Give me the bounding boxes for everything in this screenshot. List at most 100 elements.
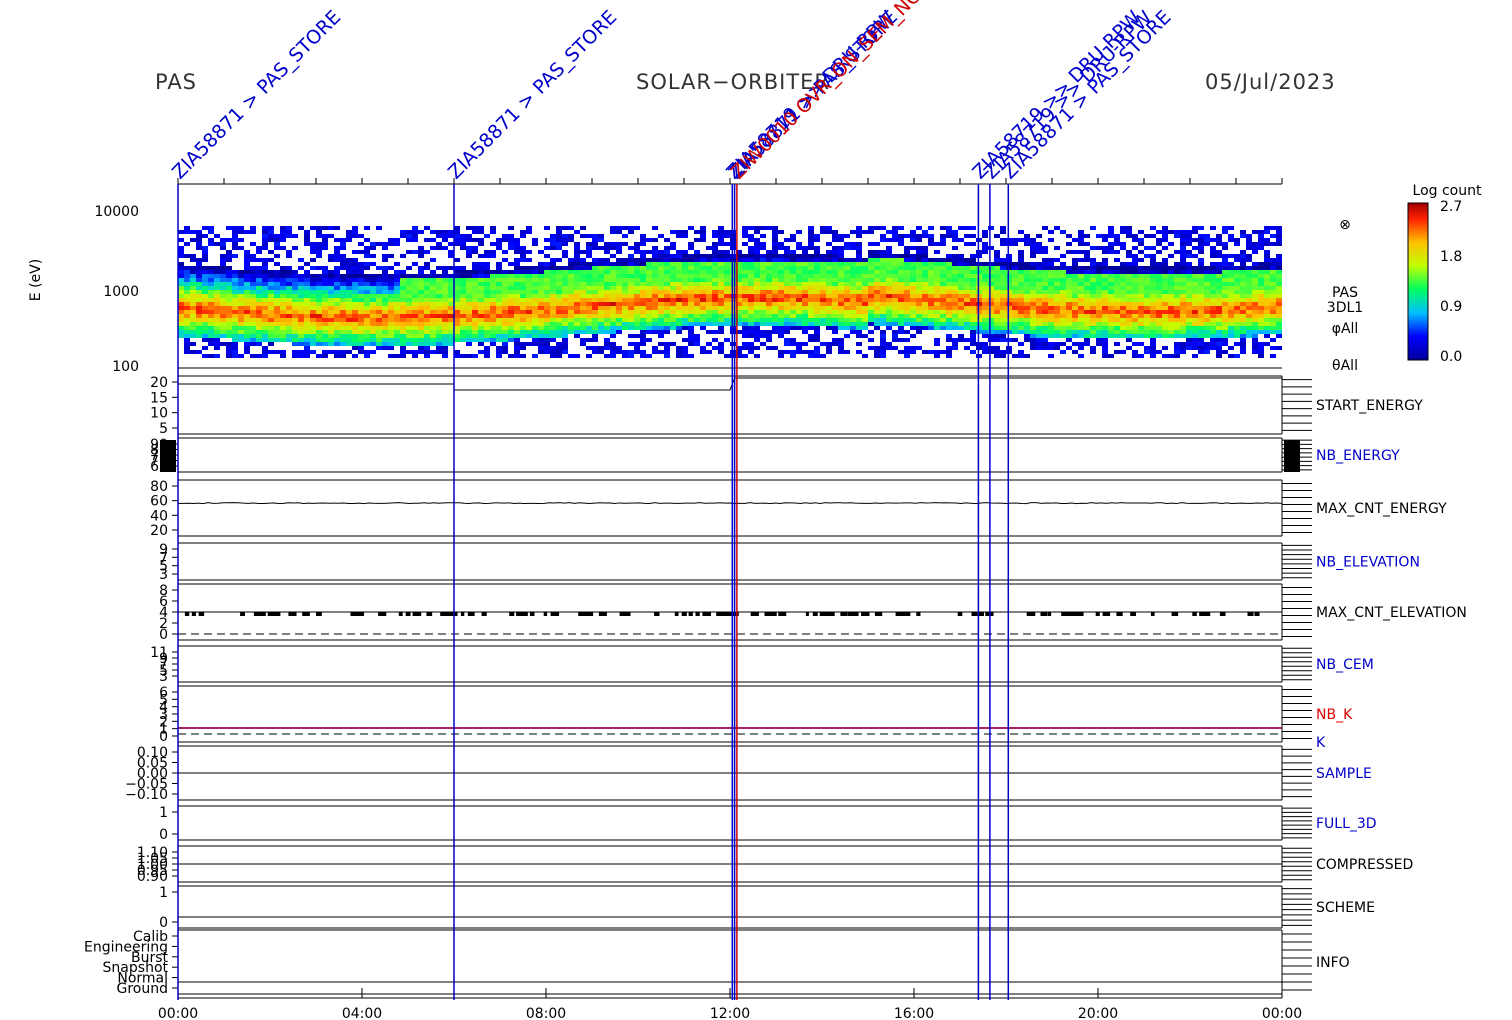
spectrogram-cell: [502, 286, 508, 290]
spectrogram-cell: [754, 226, 760, 230]
spectrogram-cell: [838, 310, 844, 314]
spectrogram-cell: [514, 238, 520, 242]
spectrogram-cell: [868, 310, 874, 314]
spectrogram-cell: [424, 342, 430, 346]
spectrogram-cell: [1186, 314, 1192, 318]
panel-nb-k: 6543210NB_K: [159, 685, 1353, 745]
spectrogram-cell: [424, 294, 430, 298]
spectrogram-cell: [934, 266, 940, 270]
spectrogram-cell: [820, 294, 826, 298]
spectrogram-cell: [838, 326, 844, 330]
spectrogram-cell: [718, 350, 724, 354]
spectrogram-cell: [772, 246, 778, 250]
spectrogram-cell: [358, 290, 364, 294]
spectrogram-cell: [724, 338, 730, 342]
spectrogram-cell: [904, 262, 910, 266]
spectrogram-cell: [694, 290, 700, 294]
spectrogram-cell: [262, 274, 268, 278]
spectrogram-cell: [1000, 326, 1006, 330]
spectrogram-cell: [208, 238, 214, 242]
spectrogram-cell: [1030, 270, 1036, 274]
spectrogram-cell: [790, 354, 796, 358]
spectrogram-cell: [328, 350, 334, 354]
spectrogram-cell: [856, 302, 862, 306]
spectrogram-cell: [232, 302, 238, 306]
spectrogram-cell: [472, 306, 478, 310]
spectrogram-cell: [262, 266, 268, 270]
spectrogram-cell: [1000, 338, 1006, 342]
spectrogram-cell: [892, 258, 898, 262]
spectrogram-cell: [664, 290, 670, 294]
spectrogram-cell: [724, 234, 730, 238]
spectrogram-cell: [430, 342, 436, 346]
spectrogram-cell: [700, 306, 706, 310]
spectrogram-cell: [550, 298, 556, 302]
spectrogram-cell: [286, 266, 292, 270]
spectrogram-cell: [412, 318, 418, 322]
spectrogram-cell: [232, 354, 238, 358]
spectrogram-cell: [526, 274, 532, 278]
spectrogram-cell: [994, 254, 1000, 258]
spectrogram-cell: [226, 318, 232, 322]
spectrogram-cell: [1162, 354, 1168, 358]
spectrogram-cell: [502, 322, 508, 326]
spectrogram-cell: [280, 274, 286, 278]
spectrogram-cell: [934, 242, 940, 246]
spectrogram-cell: [526, 310, 532, 314]
spectrogram-cell: [1084, 266, 1090, 270]
spectrogram-cell: [760, 226, 766, 230]
spectrogram-cell: [916, 234, 922, 238]
spectrogram-cell: [1144, 326, 1150, 330]
spectrogram-cell: [310, 298, 316, 302]
spectrogram-cell: [562, 282, 568, 286]
spectrogram-cell: [1132, 318, 1138, 322]
spectrogram-cell: [622, 310, 628, 314]
spectrogram-cell: [1150, 254, 1156, 258]
spectrogram-cell: [1252, 342, 1258, 346]
spectrogram-cell: [604, 290, 610, 294]
spectrogram-cell: [760, 274, 766, 278]
spectrogram-cell: [598, 290, 604, 294]
spectrogram-cell: [1060, 274, 1066, 278]
spectrogram-cell: [1054, 274, 1060, 278]
spectrogram-cell: [1174, 322, 1180, 326]
spectrogram-cell: [982, 302, 988, 306]
spectrogram-cell: [448, 318, 454, 322]
spectrogram-cell: [886, 282, 892, 286]
spectrogram-cell: [1144, 334, 1150, 338]
spectrogram-cell: [424, 326, 430, 330]
spectrogram-cell: [1240, 350, 1246, 354]
spectrogram-cell: [1066, 302, 1072, 306]
spectrogram-cell: [820, 322, 826, 326]
spectrogram-cell: [1264, 314, 1270, 318]
spectrogram-cell: [742, 354, 748, 358]
spectrogram-cell: [958, 254, 964, 258]
spectrogram-cell: [358, 322, 364, 326]
spectrogram-cell: [310, 334, 316, 338]
spectrogram-cell: [928, 258, 934, 262]
spectrogram-cell: [238, 306, 244, 310]
spectrogram-cell: [262, 282, 268, 286]
spectrogram-cell: [478, 274, 484, 278]
spectrogram-cell: [1030, 262, 1036, 266]
spectrogram-cell: [232, 330, 238, 334]
spectrogram-cell: [322, 330, 328, 334]
spectrogram-cell: [1192, 314, 1198, 318]
spectrogram-cell: [994, 298, 1000, 302]
spectrogram-cell: [436, 326, 442, 330]
spectrogram-cell: [544, 338, 550, 342]
spectrogram-cell: [670, 274, 676, 278]
spectrogram-cell: [664, 282, 670, 286]
spectrogram-cell: [850, 330, 856, 334]
spectrogram-cell: [238, 290, 244, 294]
spectrogram-cell: [664, 342, 670, 346]
spectrogram-cell: [628, 310, 634, 314]
spectrogram-cell: [622, 290, 628, 294]
spectrogram-cell: [826, 230, 832, 234]
spectrogram-cell: [532, 286, 538, 290]
spectrogram-cell: [370, 310, 376, 314]
spectrogram-cell: [688, 274, 694, 278]
spectrogram-cell: [1060, 322, 1066, 326]
spectrogram-cell: [676, 254, 682, 258]
spectrogram-cell: [1228, 354, 1234, 358]
